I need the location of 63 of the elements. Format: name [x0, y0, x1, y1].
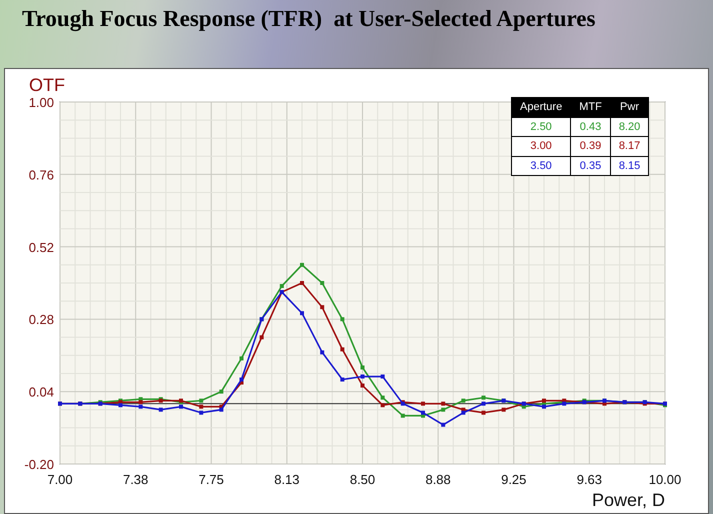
- data-point: [360, 384, 364, 388]
- x-tick-label: 7.38: [122, 472, 148, 487]
- data-point: [300, 281, 304, 285]
- data-point: [320, 281, 324, 285]
- y-tick-label: 0.04: [28, 384, 54, 400]
- y-tick-label: 0.28: [28, 312, 54, 328]
- slide-title: Trough Focus Response (TFR) at User-Selected Apertures: [22, 5, 596, 34]
- data-point: [461, 398, 466, 403]
- data-point: [320, 305, 324, 310]
- data-point: [380, 403, 385, 408]
- column-header: Aperture: [512, 98, 571, 117]
- x-tick-label: 10.00: [648, 472, 682, 487]
- x-tick-label: 8.13: [274, 472, 300, 487]
- data-point: [219, 390, 224, 394]
- data-point: [482, 402, 486, 406]
- data-point: [300, 311, 304, 316]
- y-tick-label: -0.20: [24, 457, 54, 472]
- data-point: [340, 347, 344, 352]
- table-cell: 8.17: [610, 136, 649, 156]
- data-point: [340, 317, 344, 322]
- data-point: [360, 365, 364, 370]
- data-point: [340, 378, 344, 382]
- table-cell: 0.35: [570, 156, 610, 176]
- table-cell: 8.15: [610, 156, 649, 176]
- data-point: [421, 402, 425, 406]
- data-point: [502, 408, 506, 412]
- data-point: [199, 398, 204, 403]
- data-point: [400, 414, 405, 418]
- data-point: [199, 410, 204, 415]
- data-point: [240, 356, 244, 360]
- data-point: [260, 335, 264, 340]
- x-tick-label: 8.50: [350, 472, 376, 487]
- data-point: [280, 284, 284, 288]
- data-point: [360, 374, 364, 379]
- data-point: [441, 402, 446, 406]
- y-tick-label: 0.76: [28, 167, 54, 182]
- data-point: [441, 408, 446, 412]
- y-tick-label: 1.00: [28, 95, 54, 110]
- table-cell: 8.20: [610, 117, 649, 136]
- y-axis-title: OTF: [29, 75, 65, 95]
- table-cell: 2.50: [512, 117, 571, 136]
- data-point: [482, 410, 486, 415]
- table-cell: 0.39: [570, 136, 610, 156]
- data-point: [320, 350, 324, 354]
- column-header: MTF: [570, 98, 610, 117]
- data-point: [441, 422, 446, 427]
- x-tick-label: 9.25: [501, 472, 526, 487]
- y-tick-label: 0.52: [28, 240, 54, 255]
- data-point: [300, 262, 304, 267]
- x-tick-label: 7.00: [47, 472, 73, 487]
- table-cell: 3.00: [512, 136, 571, 156]
- data-point: [380, 396, 385, 400]
- x-tick-label: 8.88: [425, 472, 451, 487]
- column-header: Pwr: [610, 98, 649, 117]
- data-point: [380, 374, 385, 379]
- data-point: [199, 404, 204, 409]
- x-axis-title: Power, D: [592, 490, 665, 510]
- x-tick-label: 7.75: [198, 472, 224, 487]
- x-tick-label: 9.63: [576, 472, 602, 487]
- table-cell: 3.50: [512, 156, 571, 176]
- data-point: [482, 396, 486, 400]
- data-point: [158, 408, 163, 412]
- table-cell: 0.43: [570, 117, 610, 136]
